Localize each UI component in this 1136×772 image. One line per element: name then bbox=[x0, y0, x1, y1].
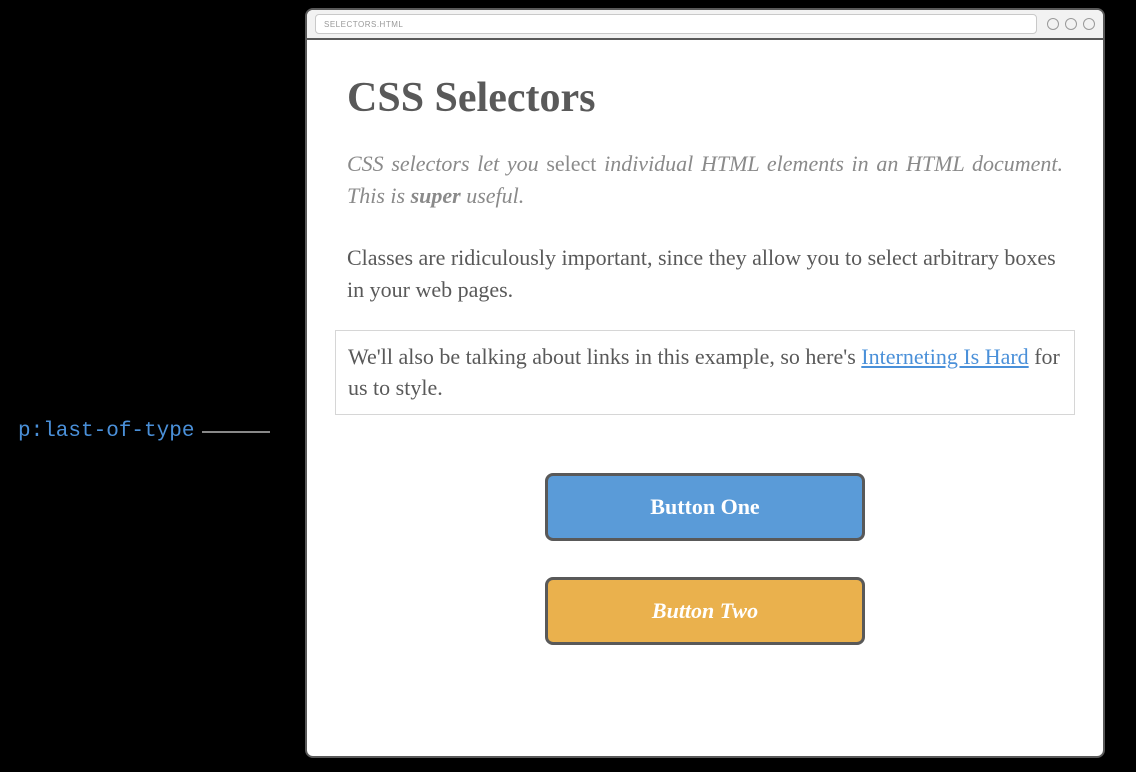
link-interneting-is-hard[interactable]: Interneting Is Hard bbox=[861, 344, 1028, 369]
paragraph-2: Classes are ridiculously important, sinc… bbox=[347, 242, 1063, 306]
page-title: CSS Selectors bbox=[347, 74, 1063, 122]
intro-super: super bbox=[411, 183, 461, 208]
paragraph-last-of-type: We'll also be talking about links in thi… bbox=[335, 330, 1075, 416]
button-label: Button Two bbox=[652, 598, 758, 624]
button-one[interactable]: Button One bbox=[545, 473, 865, 541]
annotation: p:last-of-type bbox=[18, 420, 270, 443]
button-two[interactable]: Button Two bbox=[545, 577, 865, 645]
annotation-label: p:last-of-type bbox=[18, 420, 194, 443]
url-text: SELECTORS.HTML bbox=[324, 20, 403, 29]
button-label: Button One bbox=[650, 494, 759, 520]
intro-paragraph: CSS selectors let you select individual … bbox=[347, 148, 1063, 212]
window-dot-icon[interactable] bbox=[1065, 18, 1077, 30]
window-controls bbox=[1047, 18, 1095, 30]
intro-text: CSS selectors let you bbox=[347, 151, 546, 176]
title-bar: SELECTORS.HTML bbox=[307, 10, 1103, 40]
intro-text: useful. bbox=[461, 183, 525, 208]
intro-text: select bbox=[546, 151, 596, 176]
page-content: CSS Selectors CSS selectors let you sele… bbox=[307, 40, 1103, 679]
annotation-line bbox=[202, 431, 270, 433]
buttons-container: Button One Button Two bbox=[347, 473, 1063, 645]
url-field[interactable]: SELECTORS.HTML bbox=[315, 14, 1037, 34]
browser-window: SELECTORS.HTML CSS Selectors CSS selecto… bbox=[305, 8, 1105, 758]
para3-text: We'll also be talking about links in thi… bbox=[348, 344, 861, 369]
window-dot-icon[interactable] bbox=[1047, 18, 1059, 30]
window-dot-icon[interactable] bbox=[1083, 18, 1095, 30]
